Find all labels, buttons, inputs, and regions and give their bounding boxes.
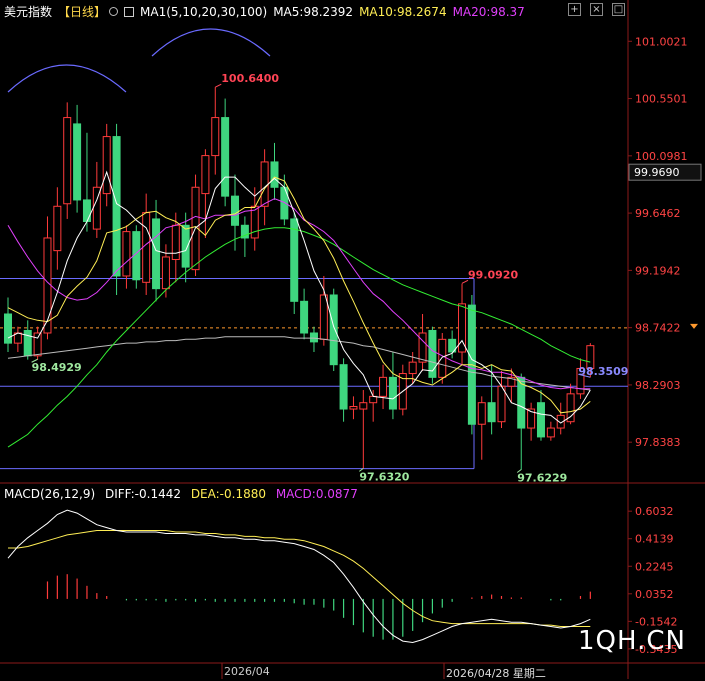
y-tick-label: 99.6462 (635, 207, 681, 220)
close-icon[interactable]: × (590, 3, 603, 16)
arc-right (151, 28, 271, 57)
y-tick-label: 101.0021 (635, 35, 688, 48)
chart-settings-icon[interactable] (124, 6, 135, 17)
candle-body (349, 406, 358, 410)
candle-body (369, 395, 378, 404)
candle-body (33, 332, 42, 357)
candle-body (43, 237, 52, 334)
candle-body (477, 402, 486, 425)
y-tick-label: 99.1942 (635, 264, 681, 277)
arc-left (7, 64, 127, 93)
ma-indicator-label[interactable]: MA1(5,10,20,30,100) (140, 5, 267, 19)
macd-dea-value: DEA:-0.1880 (190, 487, 266, 501)
candle-body (487, 402, 496, 423)
macd-y-tick-label: 0.4139 (635, 533, 674, 546)
price-annotation: 97.6320 (359, 470, 409, 483)
candle-body (339, 364, 348, 410)
circle-icon[interactable] (109, 7, 119, 16)
y-tick-label: 97.8383 (635, 436, 681, 449)
candle-body (201, 155, 210, 195)
macd-y-tick-label: 0.2245 (635, 560, 674, 573)
ma20-value: MA20:98.37 (452, 4, 525, 19)
candle-body (379, 376, 388, 397)
macd-diff-line (7, 509, 591, 644)
period-selector[interactable]: 【日线】 (58, 3, 106, 20)
candle-body (260, 161, 269, 207)
ma5-value: MA5:98.2392 (273, 4, 354, 19)
symbol-title: 美元指数 (4, 5, 53, 19)
candle-body (290, 218, 299, 302)
last-price-arrow (690, 323, 698, 329)
candle-body (438, 338, 447, 378)
add-icon[interactable]: + (568, 3, 581, 16)
price-annotation: 97.6229 (517, 471, 567, 484)
candle-body (102, 136, 111, 195)
watermark-logo: 1QH.CN (578, 626, 686, 656)
price-annotation: 99.0920 (468, 268, 518, 281)
candle-body (359, 402, 368, 410)
candle-body (408, 361, 417, 375)
y-tick-label: 100.0981 (635, 150, 688, 163)
price-annotation: 100.6400 (221, 72, 279, 85)
candle-body (329, 294, 338, 366)
ma100-line (7, 336, 591, 391)
candle-body (221, 117, 230, 197)
price-annotation: 98.3509 (578, 365, 628, 378)
candle-body (250, 205, 259, 239)
macd-macd-value: MACD:0.0877 (275, 487, 358, 501)
candle-body (152, 218, 161, 290)
macd-header: MACD(26,12,9) DIFF:-0.1442 DEA:-0.1880 M… (4, 487, 364, 501)
y-tick-label: 100.5501 (635, 93, 688, 106)
candle-body (73, 123, 82, 201)
candle-body (300, 300, 309, 334)
price-annotation: 98.4929 (32, 361, 82, 374)
candle-body (161, 256, 170, 290)
candle-body (546, 427, 555, 438)
chart-canvas: 100.6400 98.4929 99.0920 97.6320 97.6229 98.3… (0, 0, 705, 679)
candle-body (231, 195, 240, 226)
candle-body (4, 313, 12, 344)
candle-body (171, 224, 180, 261)
candle-body (112, 136, 121, 277)
candle-body (566, 393, 575, 423)
candle-body (142, 212, 151, 283)
candle-body (497, 385, 506, 423)
candle-body (418, 332, 427, 363)
macd-diff-value: DIFF:-0.1442 (104, 487, 181, 501)
macd-y-tick-label: 0.0352 (635, 588, 674, 601)
candle-body (280, 186, 289, 220)
macd-y-tick-label: 0.6032 (635, 505, 674, 518)
chart-header: 美元指数 【日线】 MA1(5,10,20,30,100) MA5:98.239… (4, 3, 531, 20)
candle-body (82, 199, 91, 222)
ma10-value: MA10:98.2674 (359, 4, 447, 19)
candle-body (319, 294, 328, 340)
y-tick-label: 98.7422 (635, 322, 681, 335)
y-tick-label: 98.2903 (635, 379, 681, 392)
date-label-month: 2026/04 (224, 665, 270, 678)
candle-body (388, 376, 397, 410)
candle-body (309, 332, 318, 343)
candle-body (211, 117, 220, 157)
candle-body (536, 402, 545, 438)
current-price-tag: 99.9690 (634, 166, 680, 179)
candle-body (270, 161, 279, 188)
expand-icon[interactable]: □ (612, 3, 625, 16)
candle-body (122, 231, 131, 277)
candle-body (63, 117, 72, 205)
candle-body (53, 205, 62, 252)
macd-title[interactable]: MACD(26,12,9) (4, 487, 95, 501)
candle-body (23, 329, 32, 357)
